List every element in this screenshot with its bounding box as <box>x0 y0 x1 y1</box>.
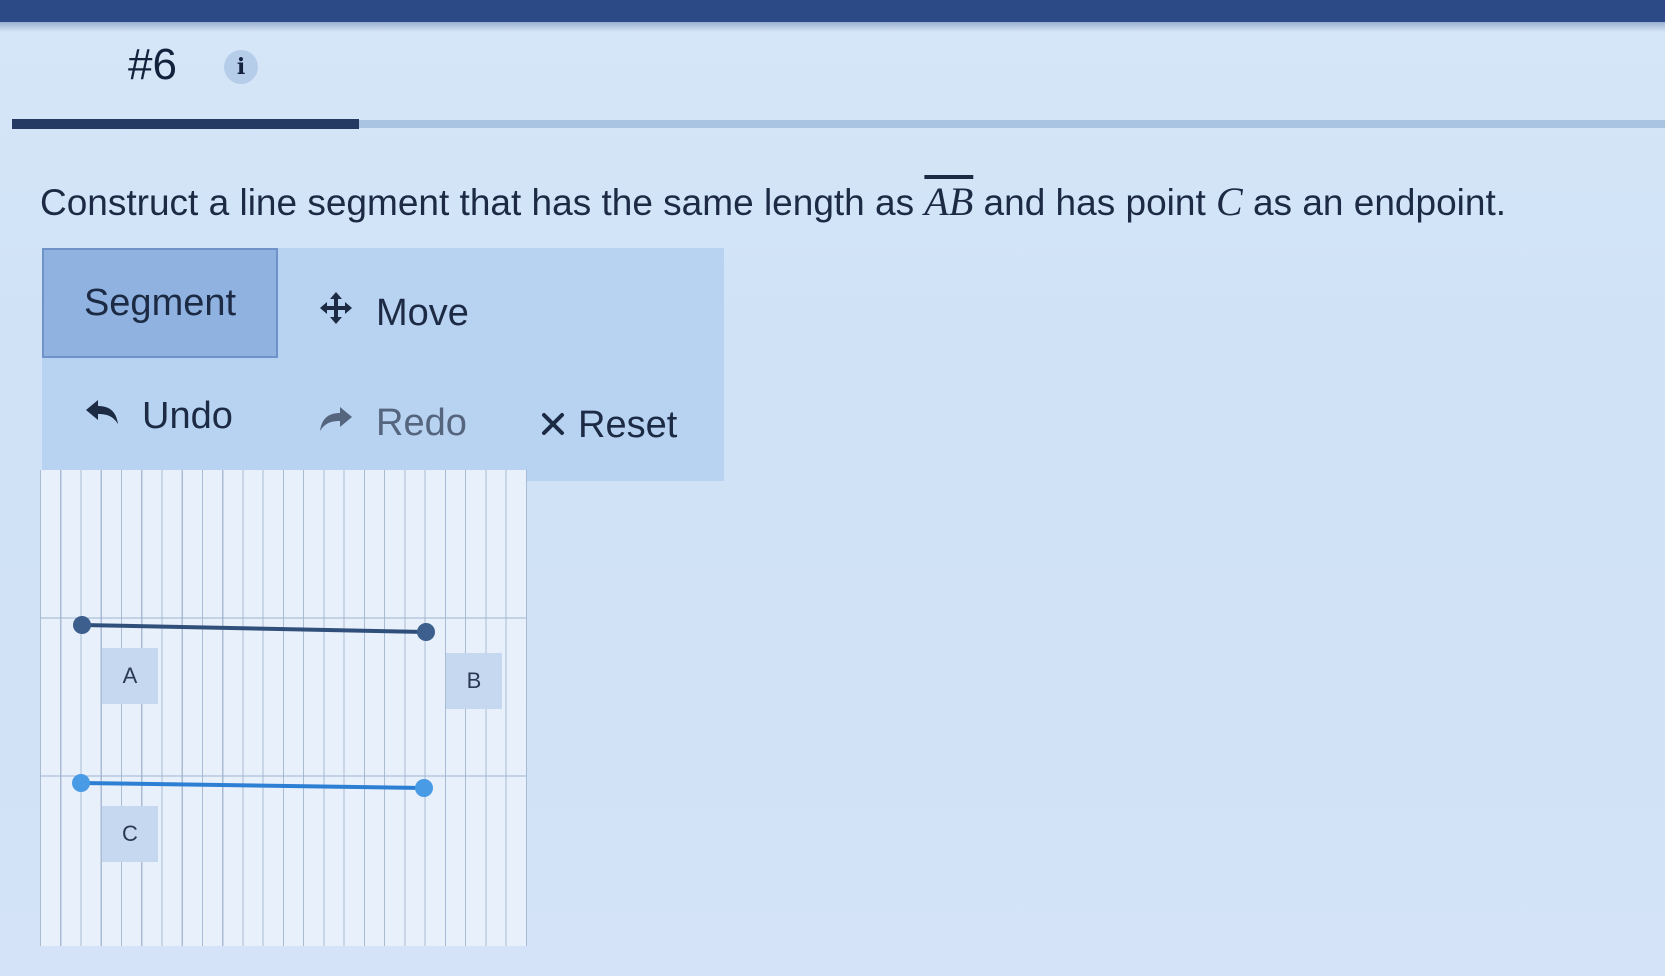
point-label-c: C <box>102 806 158 862</box>
top-bar <box>0 0 1665 22</box>
move-arrows-icon <box>318 290 354 336</box>
progress-bar <box>12 119 1665 129</box>
undo-label: Undo <box>142 395 233 437</box>
undo-arrow-icon <box>84 395 120 438</box>
redo-arrow-icon <box>318 402 354 445</box>
segment-ab[interactable] <box>81 623 427 634</box>
move-tool-label: Move <box>376 291 469 334</box>
point-c-name: C <box>1216 179 1243 224</box>
point-a[interactable] <box>73 616 91 634</box>
point-c[interactable] <box>72 774 90 792</box>
undo-button[interactable]: Undo <box>84 395 233 438</box>
point-label-a: A <box>102 648 158 704</box>
prompt-text-middle: and has point <box>973 182 1217 223</box>
reset-label: Reset <box>578 404 678 446</box>
question-prompt: Construct a line segment that has the sa… <box>40 178 1506 225</box>
redo-button[interactable]: Redo <box>318 402 467 445</box>
question-number: #6 <box>128 40 177 89</box>
segment-c[interactable] <box>80 781 425 790</box>
prompt-text-before: Construct a line segment that has the sa… <box>40 182 925 223</box>
segment-c-endpoint[interactable] <box>415 779 433 797</box>
prompt-text-after: as an endpoint. <box>1242 182 1507 223</box>
info-icon[interactable]: i <box>224 50 258 84</box>
close-x-icon <box>540 404 566 447</box>
reset-button[interactable]: Reset <box>540 404 677 447</box>
redo-label: Redo <box>376 402 467 444</box>
move-tool-button[interactable]: Move <box>318 290 469 336</box>
point-b[interactable] <box>417 623 435 641</box>
construction-canvas[interactable]: A B C <box>40 470 527 946</box>
segment-tool-button[interactable]: Segment <box>42 248 278 358</box>
segment-ab-name: AB <box>924 179 974 224</box>
point-label-b: B <box>446 653 502 709</box>
top-bar-shadow <box>0 22 1665 32</box>
segment-tool-label: Segment <box>83 281 237 324</box>
progress-fill <box>12 119 360 129</box>
